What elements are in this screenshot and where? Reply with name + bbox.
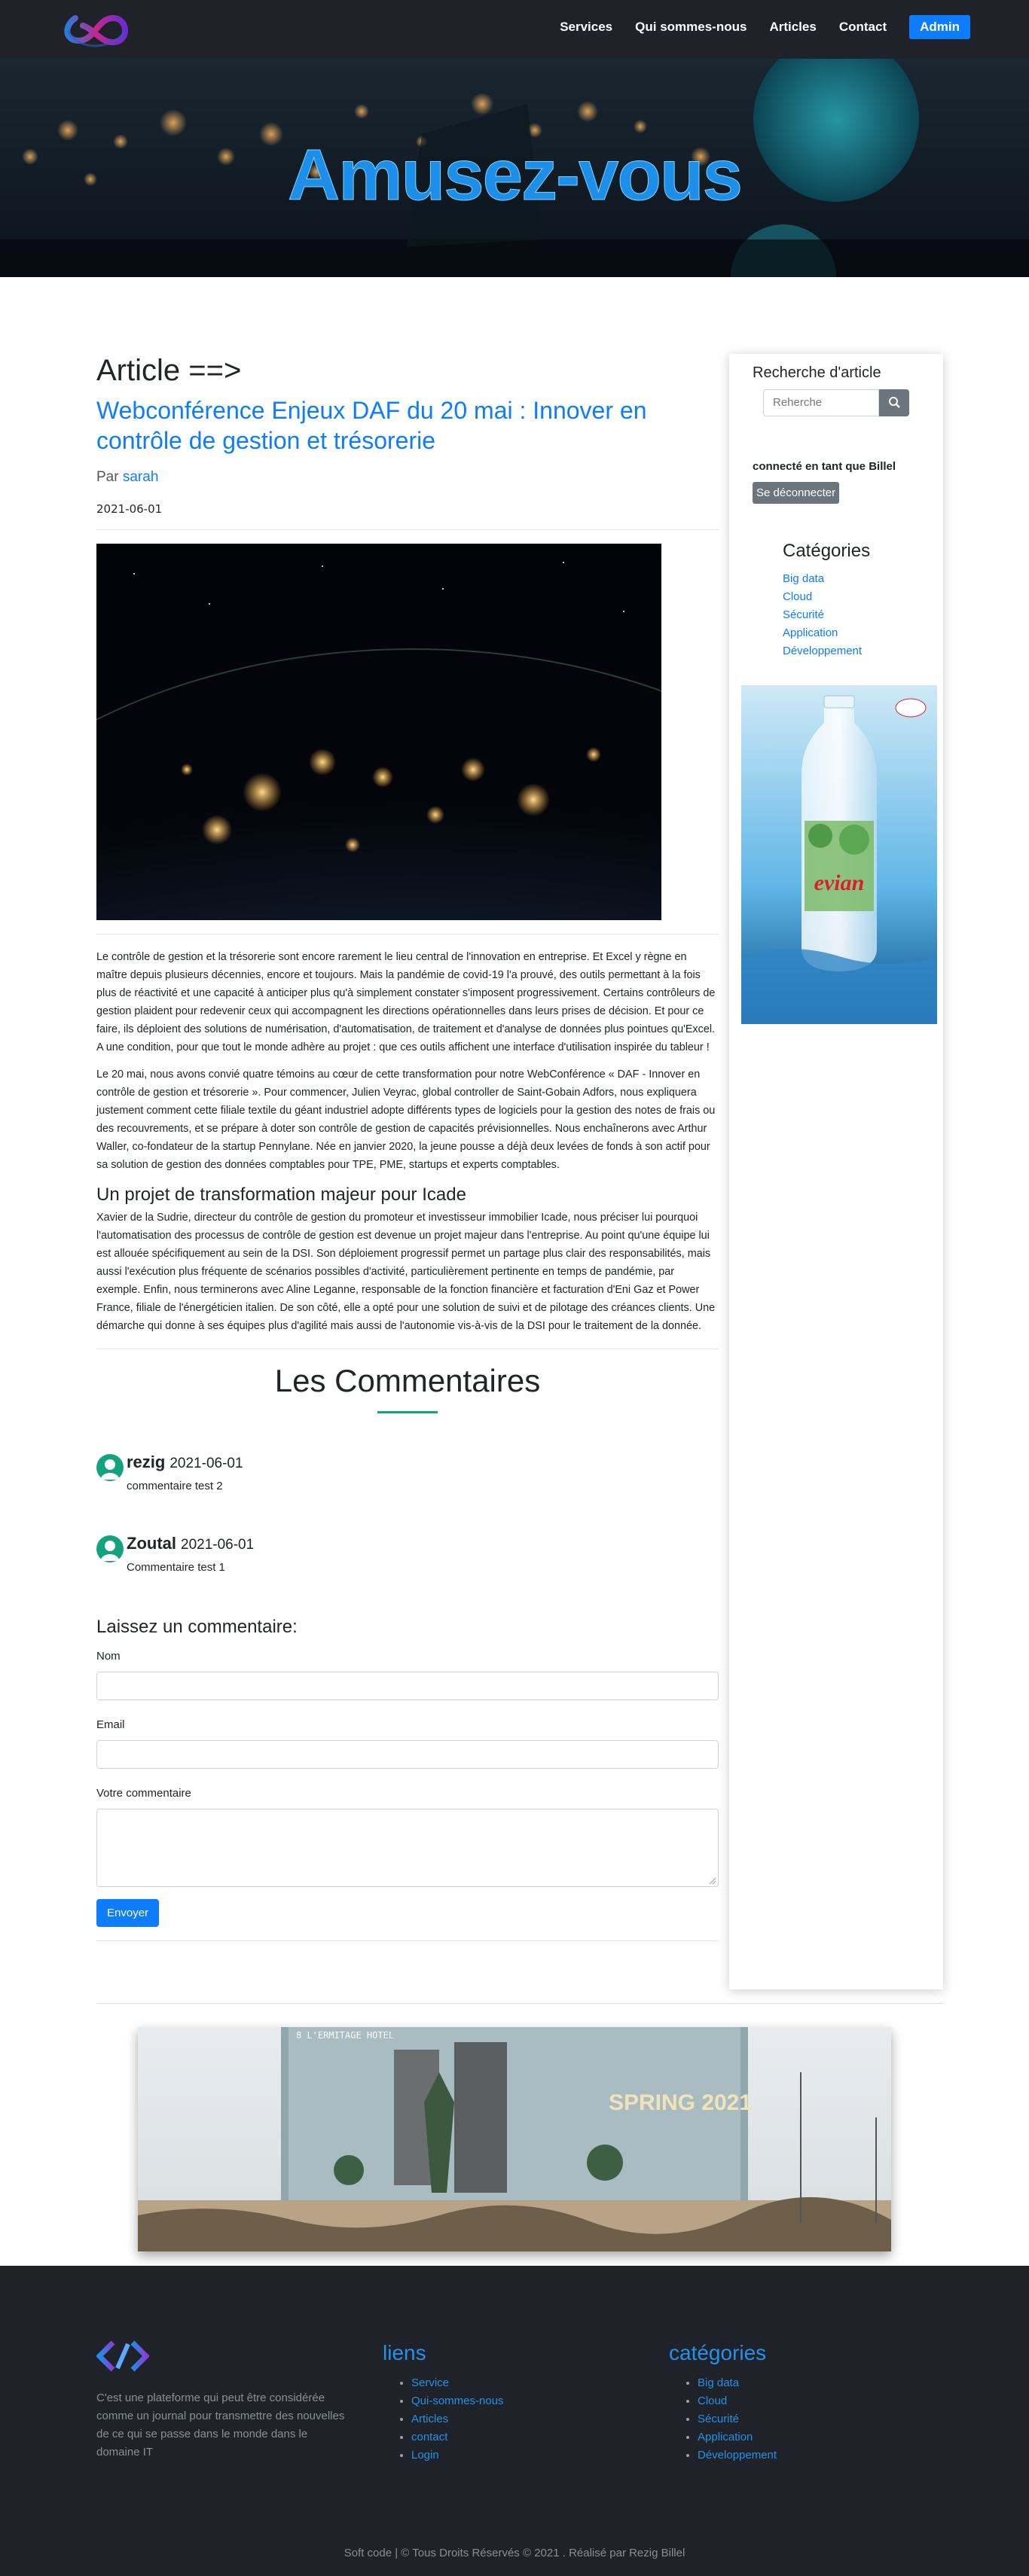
divider — [96, 1940, 719, 1941]
category-link[interactable]: Cloud — [783, 588, 862, 606]
comments-underline — [377, 1411, 438, 1413]
footer-links-column: liens Service Qui-sommes-nous Articles c… — [383, 2341, 504, 2465]
article-paragraph: Le contrôle de gestion et la trésorerie … — [96, 951, 716, 1053]
search-input[interactable]: Reherche — [763, 389, 879, 416]
comment-label: Votre commentaire — [96, 1787, 191, 1800]
comment-text: Commentaire test 1 — [127, 1561, 225, 1574]
footer-link[interactable]: Login — [411, 2446, 504, 2465]
divider — [96, 529, 719, 530]
footer-link[interactable]: Service — [411, 2374, 504, 2392]
article-image — [96, 544, 661, 920]
comment-text: commentaire test 2 — [127, 1480, 223, 1492]
search-icon — [889, 397, 900, 408]
hero-title: Amusez-vous — [287, 135, 743, 216]
comment-form-title: Laissez un commentaire: — [96, 1617, 298, 1637]
article-title[interactable]: Webconférence Enjeux DAF du 20 mai : Inn… — [96, 395, 719, 456]
nav-articles[interactable]: Articles — [769, 20, 816, 35]
author-link[interactable]: sarah — [123, 469, 159, 485]
footer-category-link[interactable]: Sécurité — [698, 2410, 777, 2428]
top-navbar: Services Qui sommes-nous Articles Contac… — [0, 0, 1029, 59]
hero-banner: Amusez-vous — [0, 59, 1029, 277]
categories-title: Catégories — [783, 541, 871, 561]
article-author: Par sarah — [96, 469, 719, 486]
nav-services[interactable]: Services — [560, 20, 612, 35]
footer-link[interactable]: Articles — [411, 2410, 504, 2428]
sidebar: Recherche d'article Reherche connecté en… — [729, 354, 943, 1989]
name-input[interactable] — [96, 1672, 719, 1700]
article-paragraph: Le 20 mai, nous avons convié quatre témo… — [96, 1069, 716, 1171]
article-date: 2021-06-01 — [96, 502, 163, 516]
footer-category-link[interactable]: Application — [698, 2428, 777, 2446]
search-button[interactable] — [879, 389, 909, 416]
article-heading: Article ==> — [96, 354, 242, 387]
comments-title: Les Commentaires — [274, 1363, 541, 1398]
comment-author-name: rezig — [127, 1453, 166, 1471]
footer: C'est une plateforme qui peut être consi… — [0, 2266, 1029, 2576]
nav-contact[interactable]: Contact — [839, 20, 887, 35]
author-prefix: Par — [96, 469, 119, 485]
footer-categories-column: catégories Big data Cloud Sécurité Appli… — [669, 2341, 777, 2465]
email-label: Email — [96, 1718, 125, 1731]
comment-date: 2021-06-01 — [181, 1537, 255, 1553]
article-content: Article ==> Webconférence Enjeux DAF du … — [96, 354, 719, 1955]
categories-list: Big data Cloud Sécurité Application Déve… — [783, 570, 862, 660]
comment-textarea[interactable] — [96, 1809, 719, 1887]
footer-categories-title: catégories — [669, 2341, 767, 2364]
category-link[interactable]: Développement — [783, 642, 862, 660]
nav-qui-sommes-nous[interactable]: Qui sommes-nous — [635, 20, 747, 35]
footer-link[interactable]: contact — [411, 2428, 504, 2446]
article-subheading: Un projet de transformation majeur pour … — [96, 1184, 466, 1205]
article-paragraph: Xavier de la Sudrie, directeur du contrô… — [96, 1212, 716, 1332]
divider — [96, 2003, 943, 2004]
user-avatar-icon — [96, 1535, 124, 1562]
comment-author: Zoutal 2021-06-01 — [127, 1534, 254, 1553]
name-label: Nom — [96, 1650, 121, 1663]
footer-links-title: liens — [383, 2341, 426, 2364]
search-title: Recherche d'article — [753, 364, 881, 381]
brand-logo[interactable] — [60, 3, 134, 54]
footer-description: C'est une plateforme qui peut être consi… — [96, 2392, 345, 2459]
comment-item: Zoutal 2021-06-01 Commentaire test 1 — [96, 1528, 719, 1609]
footer-category-link[interactable]: Cloud — [698, 2392, 777, 2410]
resize-handle-icon[interactable] — [707, 1876, 716, 1885]
category-link[interactable]: Application — [783, 624, 862, 642]
email-input[interactable] — [96, 1740, 719, 1769]
footer-category-link[interactable]: Big data — [698, 2374, 777, 2392]
copyright: Soft code | © Tous Droits Réservés © 202… — [344, 2547, 685, 2559]
ad-brand: evian — [814, 870, 865, 895]
comment-date: 2021-06-01 — [169, 1456, 243, 1471]
comment-item: rezig 2021-06-01 commentaire test 2 — [96, 1447, 719, 1528]
evian-ad-image[interactable]: evian — [741, 685, 937, 1024]
send-button[interactable]: Envoyer — [96, 1899, 160, 1927]
billboard-top-text: 8 L'ERMITAGE HOTEL — [296, 2030, 394, 2041]
billboard-text: SPRING 2021 — [609, 2090, 752, 2115]
comment-author: rezig 2021-06-01 — [127, 1453, 243, 1472]
hotel-billboard-image[interactable]: 8 L'ERMITAGE HOTEL SPRING 2021 — [138, 2027, 891, 2251]
category-link[interactable]: Big data — [783, 570, 862, 588]
footer-category-link[interactable]: Développement — [698, 2446, 777, 2465]
connected-status: connecté en tant que Billel — [753, 460, 896, 473]
admin-button[interactable]: Admin — [909, 15, 970, 39]
comment-author-name: Zoutal — [127, 1534, 176, 1553]
user-avatar-icon — [96, 1454, 124, 1481]
footer-logo[interactable] — [96, 2340, 150, 2376]
category-link[interactable]: Sécurité — [783, 606, 862, 624]
footer-link[interactable]: Qui-sommes-nous — [411, 2392, 504, 2410]
logout-button[interactable]: Se déconnecter — [753, 482, 840, 504]
